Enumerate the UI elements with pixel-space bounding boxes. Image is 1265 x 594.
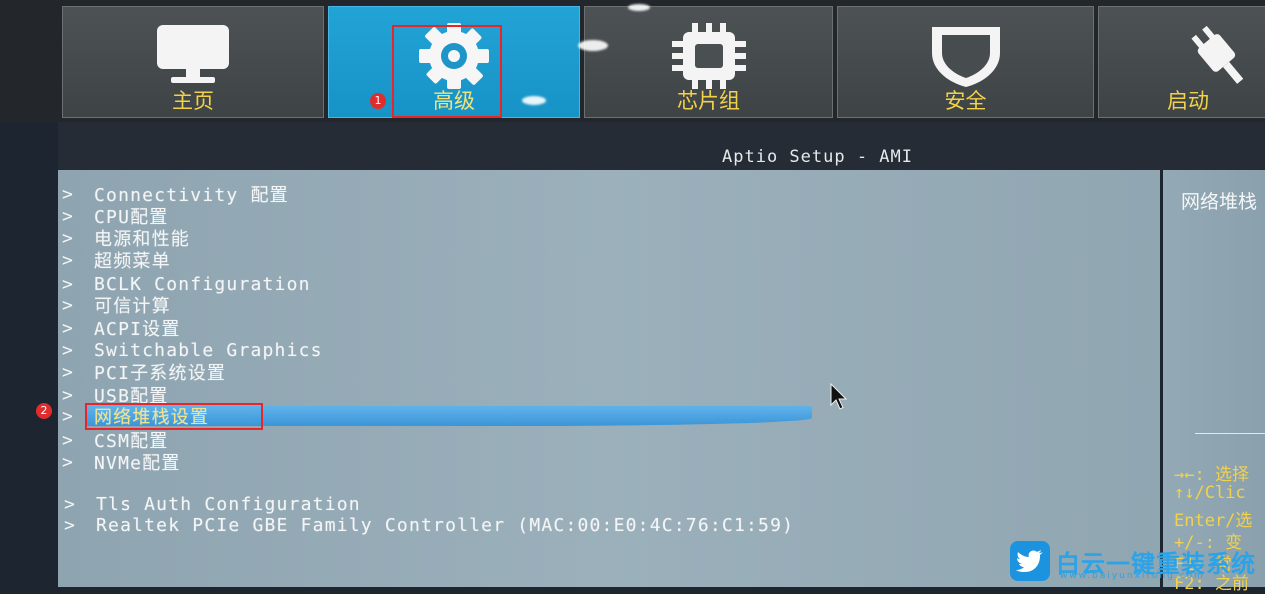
menu-item-label: Tls Auth Configuration (96, 493, 361, 515)
submenu-arrow: > (62, 273, 73, 295)
tab-boot-label: 启动 (1167, 89, 1209, 113)
menu-item-overclock[interactable]: > 超频菜单 (62, 249, 171, 273)
watermark-url: www.baiyunxitong.com (1060, 571, 1205, 581)
top-tab-bar: 主页 高级 芯片组 安全 启动 (0, 0, 1265, 122)
menu-item-cpu[interactable]: > CPU配置 (62, 205, 169, 229)
submenu-arrow: > (62, 249, 73, 271)
step-badge-2: 2 (36, 403, 52, 419)
menu-item-label: 超频菜单 (94, 251, 171, 272)
submenu-arrow: > (62, 339, 73, 361)
screen-glare (628, 4, 650, 11)
highlight-box-advanced-tab (392, 25, 502, 118)
monitor-icon (153, 23, 233, 89)
submenu-arrow: > (62, 294, 73, 316)
menu-item-switchable-graphics[interactable]: > Switchable Graphics (62, 339, 323, 361)
screen-glare (578, 40, 608, 51)
submenu-arrow: > (62, 205, 73, 227)
tab-boot[interactable]: 启动 (1098, 6, 1265, 118)
submenu-arrow: > (62, 451, 73, 473)
menu-item-label: NVMe配置 (94, 453, 181, 474)
menu-item-tls-auth[interactable]: > Tls Auth Configuration (64, 493, 361, 515)
submenu-arrow: > (62, 361, 73, 383)
submenu-arrow: > (62, 227, 73, 249)
help-divider (1195, 433, 1265, 434)
menu-item-realtek-nic[interactable]: > Realtek PCIe GBE Family Controller (MA… (64, 514, 794, 536)
submenu-arrow: > (64, 514, 75, 536)
menu-item-pci-subsystem[interactable]: > PCI子系统设置 (62, 361, 226, 385)
bird-logo-icon (1010, 541, 1050, 581)
submenu-arrow: > (64, 493, 75, 515)
title-bar (58, 122, 1265, 170)
tab-main-label: 主页 (172, 89, 214, 113)
menu-item-csm[interactable]: > CSM配置 (62, 429, 169, 453)
chip-icon (670, 23, 748, 89)
menu-item-label: Realtek PCIe GBE Family Controller (MAC:… (96, 514, 795, 536)
menu-item-label: ACPI设置 (94, 319, 181, 340)
help-line: →←: 选择 (1174, 465, 1249, 485)
submenu-arrow: > (62, 317, 73, 339)
menu-item-acpi[interactable]: > ACPI设置 (62, 317, 181, 341)
tab-main[interactable]: 主页 (62, 6, 324, 118)
shield-icon (926, 23, 1006, 89)
step-badge-1: 1 (370, 93, 386, 109)
submenu-arrow: > (62, 429, 73, 451)
menu-item-connectivity[interactable]: > Connectivity 配置 (62, 183, 289, 207)
tab-chipset[interactable]: 芯片组 (584, 6, 833, 118)
help-panel-title: 网络堆栈 (1181, 191, 1258, 213)
highlight-box-network-stack (85, 403, 263, 430)
menu-item-trusted-computing[interactable]: > 可信计算 (62, 294, 171, 318)
tab-security-label: 安全 (944, 89, 987, 113)
submenu-arrow: > (62, 183, 73, 205)
menu-item-label: Switchable Graphics (94, 339, 323, 361)
power-plug-icon (1179, 23, 1259, 89)
watermark: 白云一键重装系统 www.baiyunxitong.com (1010, 541, 1256, 581)
mouse-cursor-icon (830, 382, 850, 415)
menu-item-nvme[interactable]: > NVMe配置 (62, 451, 181, 475)
tab-security[interactable]: 安全 (837, 6, 1094, 118)
menu-item-power[interactable]: > 电源和性能 (62, 227, 190, 251)
tab-chipset-label: 芯片组 (677, 89, 740, 113)
help-line: ↑↓/Clic (1174, 483, 1246, 503)
screen-glare (522, 96, 546, 105)
page-title: Aptio Setup - AMI (722, 147, 913, 167)
